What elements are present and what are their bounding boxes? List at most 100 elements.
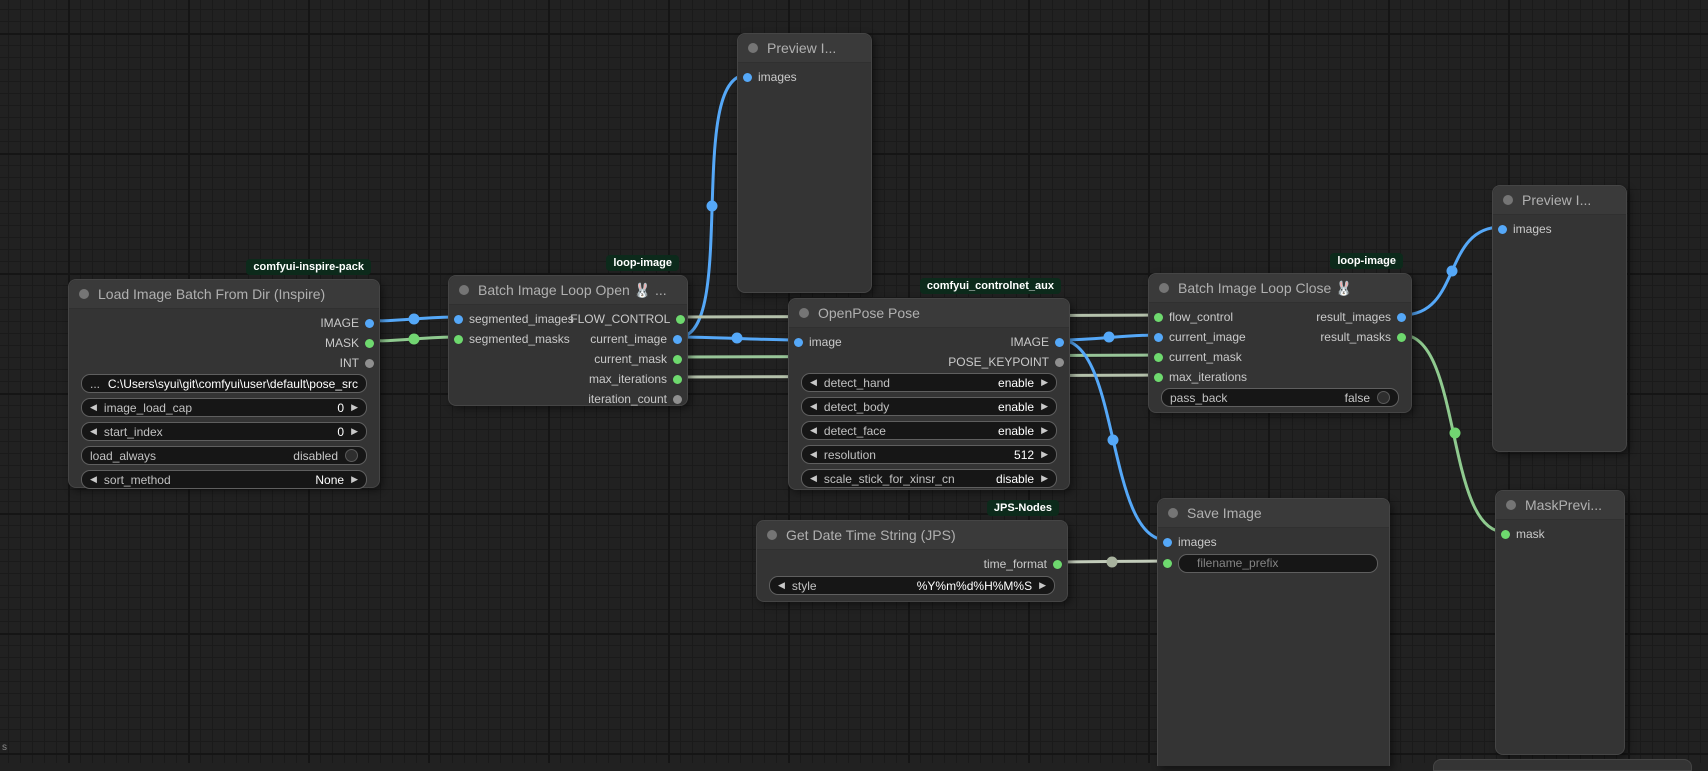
collapse-dot[interactable]	[459, 285, 469, 295]
output-slot-int[interactable]	[365, 359, 374, 368]
start-index-widget[interactable]: ◀ start_index 0 ▶	[81, 422, 367, 441]
left-arrow-icon[interactable]: ◀	[810, 474, 817, 483]
input-slot[interactable]	[1163, 559, 1172, 568]
input-slot[interactable]	[1154, 333, 1163, 342]
left-arrow-icon[interactable]: ◀	[810, 426, 817, 435]
output-slot[interactable]	[1397, 313, 1406, 322]
scale-stick-widget[interactable]: ◀ scale_stick_for_xinsr_cn disable ▶	[801, 469, 1057, 488]
output-slot[interactable]	[673, 375, 682, 384]
detect-face-widget[interactable]: ◀ detect_face enable ▶	[801, 421, 1057, 440]
input-slot[interactable]	[454, 335, 463, 344]
left-arrow-icon[interactable]: ◀	[810, 402, 817, 411]
right-arrow-icon[interactable]: ▶	[1039, 581, 1046, 590]
node-load-image-batch[interactable]: comfyui-inspire-pack Load Image Batch Fr…	[68, 279, 380, 488]
output-label: INT	[340, 356, 359, 370]
input-slot[interactable]	[743, 73, 752, 82]
load-always-toggle[interactable]: load_always disabled	[81, 446, 367, 465]
input-slot[interactable]	[1498, 225, 1507, 234]
input-slot[interactable]	[1501, 530, 1510, 539]
output-slot[interactable]	[676, 315, 685, 324]
right-arrow-icon[interactable]: ▶	[351, 475, 358, 484]
directory-value: C:\Users\syui\git\comfyui\user\default\p…	[107, 377, 358, 391]
node-titlebar[interactable]: Save Image	[1158, 499, 1389, 528]
output-slot[interactable]	[673, 395, 682, 404]
link-midpoint-dot[interactable]	[707, 201, 718, 212]
link-midpoint-dot[interactable]	[732, 333, 743, 344]
directory-widget[interactable]: ... C:\Users\syui\git\comfyui\user\defau…	[81, 374, 367, 393]
node-title: OpenPose Pose	[818, 305, 920, 321]
node-batch-image-loop-close[interactable]: loop-image Batch Image Loop Close 🐰 flow…	[1148, 273, 1412, 413]
node-titlebar[interactable]: Get Date Time String (JPS)	[757, 521, 1067, 550]
collapse-dot[interactable]	[79, 289, 89, 299]
node-save-image[interactable]: Save Image images filename_prefix	[1157, 498, 1390, 766]
collapse-dot[interactable]	[1168, 508, 1178, 518]
collapse-dot[interactable]	[1506, 500, 1516, 510]
input-slot[interactable]	[1154, 353, 1163, 362]
node-titlebar[interactable]: Batch Image Loop Close 🐰	[1149, 274, 1411, 303]
collapse-dot[interactable]	[748, 43, 758, 53]
resolution-widget[interactable]: ◀ resolution 512 ▶	[801, 445, 1057, 464]
sort-method-widget[interactable]: ◀ sort_method None ▶	[81, 470, 367, 489]
collapse-dot[interactable]	[799, 308, 809, 318]
left-arrow-icon[interactable]: ◀	[90, 403, 97, 412]
node-badge: JPS-Nodes	[987, 500, 1059, 516]
node-titlebar[interactable]: Preview I...	[1493, 186, 1626, 215]
detect-hand-widget[interactable]: ◀ detect_hand enable ▶	[801, 373, 1057, 392]
collapse-dot[interactable]	[1159, 283, 1169, 293]
input-slot[interactable]	[1163, 538, 1172, 547]
node-titlebar[interactable]: Load Image Batch From Dir (Inspire)	[69, 280, 379, 309]
output-slot-image[interactable]	[365, 319, 374, 328]
link-midpoint-dot[interactable]	[1108, 435, 1119, 446]
node-get-date-time-string[interactable]: JPS-Nodes Get Date Time String (JPS) tim…	[756, 520, 1068, 602]
right-arrow-icon[interactable]: ▶	[1041, 426, 1048, 435]
detect-body-widget[interactable]: ◀ detect_body enable ▶	[801, 397, 1057, 416]
link-midpoint-dot[interactable]	[409, 314, 420, 325]
left-arrow-icon[interactable]: ◀	[90, 475, 97, 484]
input-slot[interactable]	[794, 338, 803, 347]
node-titlebar[interactable]: Preview I...	[738, 34, 871, 63]
node-titlebar[interactable]: MaskPrevi...	[1496, 491, 1624, 520]
right-arrow-icon[interactable]: ▶	[1041, 402, 1048, 411]
link-midpoint-dot[interactable]	[1104, 332, 1115, 343]
image-load-cap-widget[interactable]: ◀ image_load_cap 0 ▶	[81, 398, 367, 417]
partial-node-bottom[interactable]	[1433, 759, 1692, 771]
link-midpoint-dot[interactable]	[1447, 266, 1458, 277]
node-preview-image-top[interactable]: Preview I... images	[737, 33, 872, 293]
left-arrow-icon[interactable]: ◀	[90, 427, 97, 436]
output-slot[interactable]	[673, 355, 682, 364]
output-slot-mask[interactable]	[365, 339, 374, 348]
style-widget[interactable]: ◀ style %Y%m%d%H%M%S ▶	[769, 576, 1055, 595]
input-slot[interactable]	[1154, 373, 1163, 382]
collapse-dot[interactable]	[1503, 195, 1513, 205]
right-arrow-icon[interactable]: ▶	[1041, 378, 1048, 387]
node-openpose-pose[interactable]: comfyui_controlnet_aux OpenPose Pose ima…	[788, 298, 1070, 490]
output-slot[interactable]	[1397, 333, 1406, 342]
output-slot[interactable]	[1055, 338, 1064, 347]
filename-prefix-widget[interactable]: filename_prefix	[1178, 554, 1378, 573]
toggle-circle-icon[interactable]	[345, 449, 358, 462]
right-arrow-icon[interactable]: ▶	[1041, 474, 1048, 483]
output-slot[interactable]	[1055, 358, 1064, 367]
node-titlebar[interactable]: OpenPose Pose	[789, 299, 1069, 328]
output-slot[interactable]	[673, 335, 682, 344]
collapse-dot[interactable]	[767, 530, 777, 540]
left-arrow-icon[interactable]: ◀	[810, 450, 817, 459]
node-batch-image-loop-open[interactable]: loop-image Batch Image Loop Open 🐰 ... s…	[448, 275, 688, 406]
output-slot[interactable]	[1053, 560, 1062, 569]
node-badge: loop-image	[1330, 253, 1403, 269]
right-arrow-icon[interactable]: ▶	[351, 427, 358, 436]
link-midpoint-dot[interactable]	[1450, 428, 1461, 439]
left-arrow-icon[interactable]: ◀	[810, 378, 817, 387]
link-midpoint-dot[interactable]	[409, 334, 420, 345]
input-slot[interactable]	[1154, 313, 1163, 322]
node-mask-preview[interactable]: MaskPrevi... mask	[1495, 490, 1625, 755]
input-slot[interactable]	[454, 315, 463, 324]
right-arrow-icon[interactable]: ▶	[1041, 450, 1048, 459]
pass-back-toggle[interactable]: pass_back false	[1161, 388, 1399, 407]
toggle-circle-icon[interactable]	[1377, 391, 1390, 404]
right-arrow-icon[interactable]: ▶	[351, 403, 358, 412]
node-titlebar[interactable]: Batch Image Loop Open 🐰 ...	[449, 276, 687, 305]
link-midpoint-dot[interactable]	[1107, 557, 1118, 568]
left-arrow-icon[interactable]: ◀	[778, 581, 785, 590]
node-preview-image-right[interactable]: Preview I... images	[1492, 185, 1627, 452]
